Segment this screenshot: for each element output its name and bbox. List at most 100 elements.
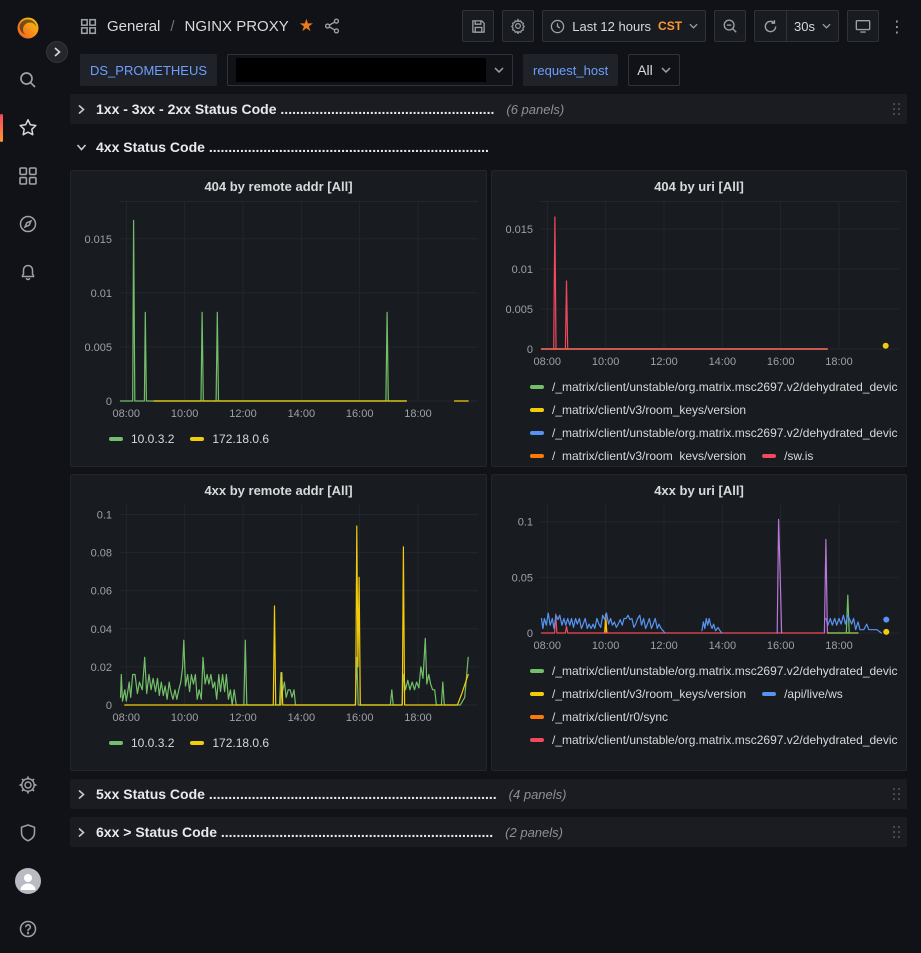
time-range-picker[interactable]: Last 12 hours CST: [542, 10, 706, 42]
row-header-6xx[interactable]: 6xx > Status Code ......................…: [70, 817, 907, 847]
legend-item[interactable]: 10.0.3.2: [109, 427, 174, 450]
legend-item[interactable]: /_matrix/client/v3/room_keys/version: [530, 398, 746, 421]
variable-label-ds-prometheus[interactable]: DS_PROMETHEUS: [80, 54, 217, 86]
sidebar-item-configuration[interactable]: [0, 761, 56, 809]
timeseries-chart[interactable]: 00.050.108:0010:0012:0014:0016:0018:00: [500, 505, 898, 655]
sidebar-expand-button[interactable]: [46, 41, 68, 63]
redacted-value: [236, 58, 486, 82]
legend-color-swatch: [762, 692, 776, 696]
legend-color-swatch: [530, 738, 544, 742]
y-axis-tick: 0.005: [84, 342, 112, 354]
variable-label-request-host[interactable]: request_host: [523, 54, 618, 86]
dashboards-grid-icon: [18, 166, 38, 186]
timeseries-chart[interactable]: 00.020.040.060.080.108:0010:0012:0014:00…: [79, 505, 478, 727]
dashboard-settings-button[interactable]: [502, 10, 534, 42]
row-header-4xx[interactable]: 4xx Status Code ........................…: [70, 132, 907, 162]
breadcrumb-folder[interactable]: General: [107, 18, 160, 35]
chevron-right-icon: [74, 789, 88, 800]
legend-item[interactable]: /_matrix/client/unstable/org.matrix.msc2…: [530, 728, 898, 751]
legend-item[interactable]: /api/live/ws: [762, 682, 843, 705]
sidebar-item-search[interactable]: [0, 56, 56, 104]
legend-label: 10.0.3.2: [131, 432, 174, 446]
gear-icon: [510, 18, 526, 34]
y-axis-tick: 0.04: [91, 624, 112, 636]
refresh-interval-dropdown[interactable]: 30s: [786, 10, 839, 42]
dashboard-grid-icon: [80, 18, 97, 35]
breadcrumb-dashboard-title[interactable]: NGINX PROXY: [185, 18, 289, 35]
variable-value-request-host[interactable]: All: [628, 54, 680, 86]
legend-item[interactable]: /_matrix/client/v3/room_keys/version: [530, 682, 746, 705]
row-header-5xx[interactable]: 5xx Status Code ........................…: [70, 779, 907, 809]
x-axis-tick: 14:00: [288, 408, 316, 420]
variable-value-ds-prometheus[interactable]: [227, 54, 513, 86]
x-axis-tick: 12:00: [229, 712, 257, 724]
refresh-button[interactable]: [754, 10, 786, 42]
row-drag-handle[interactable]: [892, 787, 901, 801]
x-axis-tick: 10:00: [171, 408, 199, 420]
series-point: [883, 629, 889, 635]
refresh-icon: [763, 19, 778, 34]
x-axis-tick: 10:00: [592, 640, 620, 652]
row-drag-handle[interactable]: [892, 825, 901, 839]
legend-item[interactable]: /_matrix/client/unstable/org.matrix.msc2…: [530, 659, 898, 682]
row-header-1xx-3xx-2xx[interactable]: 1xx - 3xx - 2xx Status Code ............…: [70, 94, 907, 124]
clock-icon: [550, 19, 565, 34]
x-axis-tick: 14:00: [709, 640, 737, 652]
chart-legend: 10.0.3.2 172.18.0.6: [79, 727, 478, 764]
legend-item[interactable]: /sw.js: [762, 444, 813, 460]
sidebar-item-dashboards[interactable]: [0, 152, 56, 200]
legend-item[interactable]: 172.18.0.6: [190, 427, 269, 450]
user-avatar: [15, 868, 41, 894]
legend-item[interactable]: 10.0.3.2: [109, 731, 174, 754]
panel-title[interactable]: 4xx by remote addr [All]: [79, 475, 478, 505]
legend-item[interactable]: /_matrix/client/r0/sync: [530, 705, 668, 728]
panel-title[interactable]: 4xx by uri [All]: [500, 475, 898, 505]
panel-title[interactable]: 404 by remote addr [All]: [79, 171, 478, 201]
row-drag-handle[interactable]: [892, 102, 901, 116]
x-axis-tick: 08:00: [113, 408, 141, 420]
chart-legend: /_matrix/client/unstable/org.matrix.msc2…: [500, 371, 898, 460]
row-panel-count: (4 panels): [509, 787, 567, 802]
chart-canvas[interactable]: 00.020.040.060.080.108:0010:0012:0014:00…: [79, 505, 478, 727]
timeseries-chart[interactable]: 00.0050.010.01508:0010:0012:0014:0016:00…: [500, 201, 898, 371]
chart-canvas[interactable]: 00.0050.010.01508:0010:0012:0014:0016:00…: [500, 201, 899, 371]
y-axis-tick: 0.05: [512, 572, 533, 584]
sidebar-item-server-admin[interactable]: [0, 809, 56, 857]
favorite-star-icon[interactable]: ★: [299, 18, 314, 35]
legend-label: 172.18.0.6: [212, 736, 269, 750]
grafana-logo-icon: [15, 15, 41, 41]
series-line: [826, 615, 881, 633]
chevron-down-icon: [689, 23, 698, 29]
legend-item[interactable]: /_matrix/client/v3/room_keys/version: [530, 444, 746, 460]
legend-color-swatch: [530, 408, 544, 412]
x-axis-tick: 14:00: [288, 712, 316, 724]
grafana-app: General / NGINX PROXY ★: [0, 0, 921, 953]
legend-item[interactable]: /_matrix/client/unstable/org.matrix.msc2…: [530, 375, 898, 398]
chevron-right-icon: [74, 104, 88, 115]
sidebar-item-explore[interactable]: [0, 200, 56, 248]
sidebar-item-profile[interactable]: [0, 857, 56, 905]
share-icon[interactable]: [324, 18, 340, 34]
more-options-kebab[interactable]: ⋮: [887, 17, 907, 36]
panel-title[interactable]: 404 by uri [All]: [500, 171, 898, 201]
legend-color-swatch: [109, 437, 123, 441]
row-title: 5xx Status Code ........................…: [96, 786, 497, 802]
kiosk-mode-button[interactable]: [847, 10, 879, 42]
chart-canvas[interactable]: 00.0050.010.01508:0010:0012:0014:0016:00…: [79, 201, 478, 423]
y-axis-tick: 0: [527, 628, 533, 640]
legend-label: /api/live/ws: [784, 687, 843, 701]
sidebar-item-starred[interactable]: [0, 104, 56, 152]
y-axis-tick: 0.015: [84, 234, 112, 246]
chart-canvas[interactable]: 00.050.108:0010:0012:0014:0016:0018:00: [500, 505, 899, 655]
timeseries-chart[interactable]: 00.0050.010.01508:0010:0012:0014:0016:00…: [79, 201, 478, 423]
zoom-out-time-button[interactable]: [714, 10, 746, 42]
y-axis-tick: 0.015: [505, 224, 533, 236]
save-dashboard-button[interactable]: [462, 10, 494, 42]
x-axis-tick: 16:00: [346, 712, 374, 724]
legend-item[interactable]: 172.18.0.6: [190, 731, 269, 754]
sidebar-item-alerting[interactable]: [0, 248, 56, 296]
help-icon: [18, 919, 38, 939]
legend-item[interactable]: /_matrix/client/unstable/org.matrix.msc2…: [530, 421, 898, 444]
legend-color-swatch: [530, 715, 544, 719]
sidebar-item-help[interactable]: [0, 905, 56, 953]
